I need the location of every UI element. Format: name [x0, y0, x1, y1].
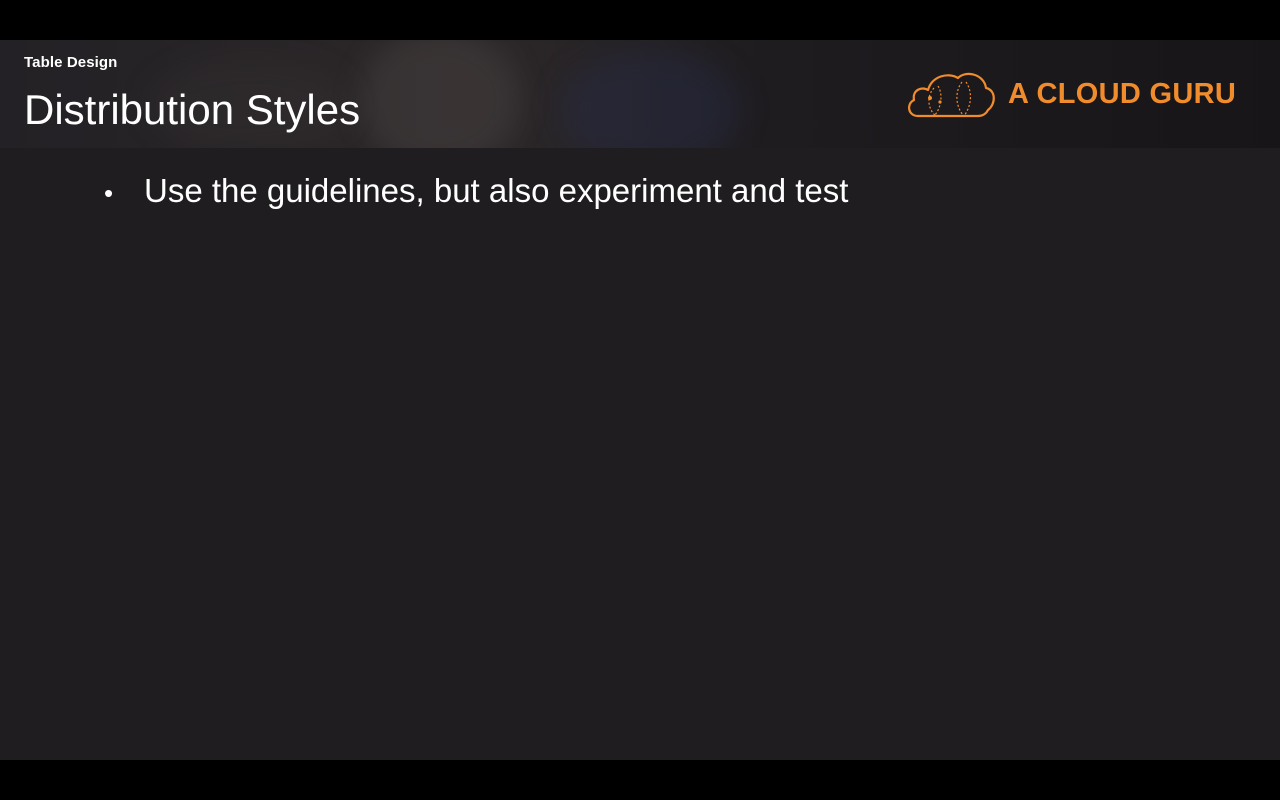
slide-header: Table Design Distribution Styles A CLOUD… — [0, 40, 1280, 148]
letterbox-top — [0, 0, 1280, 40]
bullet-marker: • — [104, 178, 114, 208]
brand-logo: A CLOUD GURU — [904, 66, 1236, 122]
presentation-slide: Table Design Distribution Styles A CLOUD… — [0, 40, 1280, 760]
bullet-list: • Use the guidelines, but also experimen… — [104, 170, 848, 214]
header-background-photo-shade — [560, 50, 740, 148]
list-item: • Use the guidelines, but also experimen… — [104, 170, 848, 214]
section-label: Table Design — [24, 54, 118, 71]
letterbox-bottom — [0, 760, 1280, 800]
slide-title: Distribution Styles — [24, 86, 361, 133]
bullet-text: Use the guidelines, but also experiment … — [144, 172, 849, 209]
cloud-icon — [908, 72, 995, 118]
logo-text: A CLOUD GURU — [1008, 77, 1237, 110]
header-background-photo-highlight — [360, 40, 520, 148]
